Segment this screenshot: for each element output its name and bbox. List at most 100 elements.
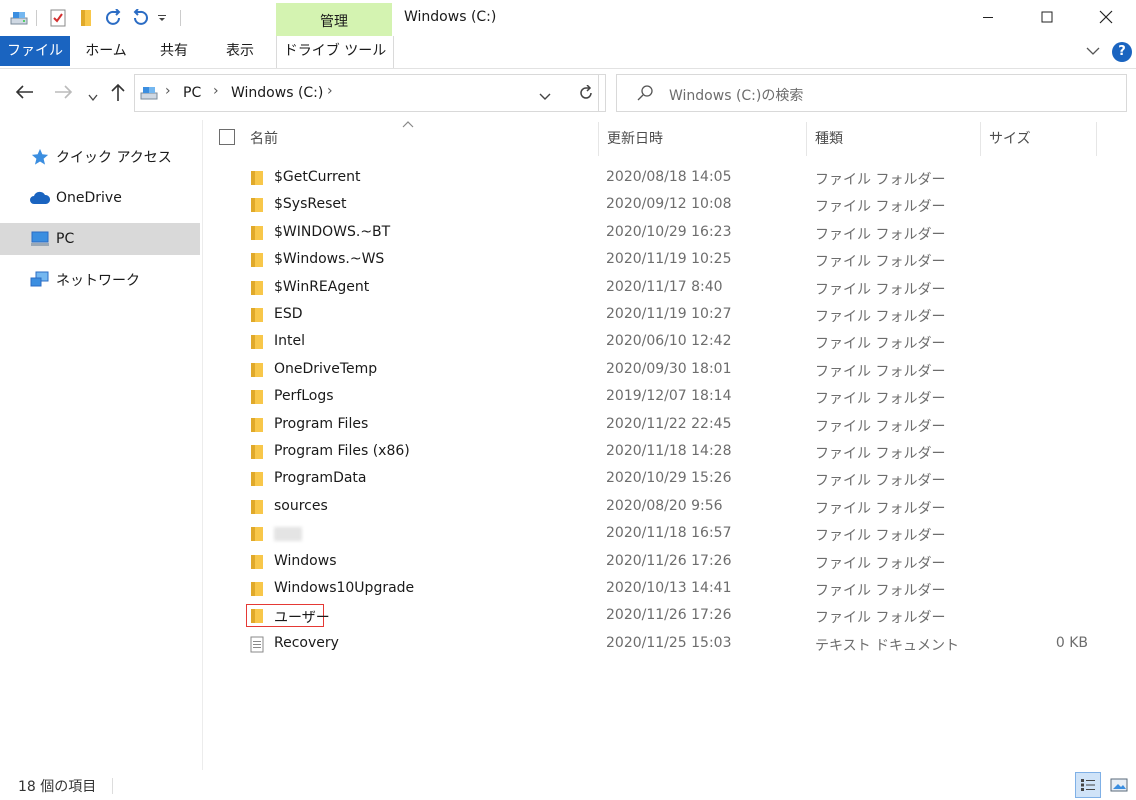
file-name: $GetCurrent	[274, 169, 361, 185]
file-type: ファイル フォルダー	[815, 473, 946, 490]
breadcrumb-separator-icon[interactable]: ›	[213, 83, 219, 99]
column-header-date[interactable]: 更新日時	[607, 124, 802, 156]
details-view-button[interactable]	[1075, 772, 1101, 798]
manage-context-tab[interactable]: 管理	[276, 3, 392, 36]
table-row[interactable]: Recovery 2020/11/25 15:03 テキスト ドキュメント 0 KB	[244, 631, 1104, 658]
drive-icon[interactable]	[8, 8, 30, 28]
file-type: ファイル フォルダー	[815, 336, 946, 353]
folder-icon	[250, 225, 266, 241]
sidebar-item-label: ネットワーク	[56, 273, 140, 289]
file-date: 2020/10/13 14:41	[606, 580, 732, 596]
column-header-size[interactable]: サイズ	[989, 124, 1089, 156]
customize-toolbar-icon[interactable]	[154, 8, 170, 28]
folder-icon	[250, 471, 266, 487]
table-row[interactable]: OneDriveTemp 2020/09/30 18:01 ファイル フォルダー	[244, 357, 1104, 384]
search-box[interactable]: Windows (C:)の検索	[616, 74, 1127, 112]
column-divider[interactable]	[1096, 122, 1097, 156]
table-row[interactable]: Windows10Upgrade 2020/10/13 14:41 ファイル フォル…	[244, 576, 1104, 603]
column-header-name[interactable]: 名前	[250, 124, 595, 156]
back-button[interactable]	[14, 84, 34, 104]
sidebar-item-network[interactable]: ネットワーク	[0, 264, 200, 296]
minimize-button[interactable]	[965, 0, 1011, 34]
file-date: 2020/09/12 10:08	[606, 196, 732, 213]
breadcrumb-separator-icon[interactable]: ›	[327, 83, 333, 99]
file-date: 2020/11/26 17:26	[606, 552, 732, 569]
table-row[interactable]: Program Files 2020/11/22 22:45 ファイル フォルダー	[244, 412, 1104, 439]
table-row[interactable]: Program Files (x86) 2020/11/18 14:28 ファイル …	[244, 439, 1104, 466]
table-row[interactable]: ESD 2020/11/19 10:27 ファイル フォルダー	[244, 302, 1104, 329]
file-name: Windows	[274, 552, 337, 569]
file-date: 2020/11/19 10:25	[606, 251, 732, 268]
refresh-button[interactable]	[566, 74, 606, 112]
file-name: $WinREAgent	[274, 278, 370, 295]
sidebar-item-quick-access[interactable]: クイック アクセス	[0, 141, 200, 173]
file-name: ユーザー	[274, 610, 330, 627]
table-row[interactable]: ユーザー 2020/11/26 17:26 ファイル フォルダー	[244, 603, 1104, 630]
file-type: ファイル フォルダー	[815, 446, 946, 462]
table-row[interactable]: Intel 2020/06/10 12:42 ファイル フォルダー	[244, 329, 1104, 356]
title-bar: 管理 Windows (C:)	[0, 0, 1136, 36]
table-row[interactable]: $SysReset 2020/09/12 10:08 ファイル フォルダー	[244, 192, 1104, 219]
tab-drive-tools[interactable]: ドライブ ツール	[276, 36, 394, 68]
table-row[interactable]: Windows 2020/11/26 17:26 ファイル フォルダー	[244, 549, 1104, 576]
tab-view[interactable]: 表示	[212, 36, 268, 66]
folder-icon	[250, 252, 266, 268]
file-name: Recovery	[274, 634, 339, 651]
column-divider[interactable]	[980, 122, 981, 156]
recent-locations-icon[interactable]	[88, 90, 98, 106]
select-all-checkbox[interactable]	[219, 129, 235, 145]
table-row[interactable]: $Windows.~WS 2020/11/19 10:25 ファイル フォルダー	[244, 247, 1104, 274]
file-date: 2020/10/29 15:26	[606, 470, 732, 487]
tab-share[interactable]: 共有	[146, 36, 202, 66]
tab-file[interactable]: ファイル	[0, 36, 70, 66]
redo-icon[interactable]	[104, 8, 124, 28]
address-dropdown-icon[interactable]	[539, 89, 551, 105]
pc-icon	[139, 84, 159, 106]
navigation-pane: クイック アクセス OneDrive PC ネットワーク	[0, 120, 203, 770]
divider	[112, 778, 113, 794]
file-date: 2020/10/29 16:23	[606, 223, 732, 240]
search-placeholder: Windows (C:)の検索	[669, 88, 804, 104]
properties-icon[interactable]	[48, 8, 68, 28]
status-item-count: 18 個の項目	[18, 779, 97, 795]
undo-icon[interactable]	[130, 8, 150, 28]
text-document-icon	[250, 636, 266, 653]
forward-button[interactable]	[54, 84, 74, 104]
close-button[interactable]	[1083, 0, 1129, 34]
file-name: $WINDOWS.~BT	[274, 223, 391, 240]
tab-home[interactable]: ホーム	[76, 36, 136, 66]
column-header-type[interactable]: 種類	[815, 124, 975, 156]
folder-icon	[250, 334, 266, 350]
sidebar-item-pc[interactable]: PC	[0, 223, 200, 255]
help-icon[interactable]: ?	[1112, 42, 1132, 62]
file-type: ファイル フォルダー	[815, 226, 946, 243]
table-row[interactable]: ProgramData 2020/10/29 15:26 ファイル フォルダー	[244, 466, 1104, 493]
folder-icon	[250, 389, 266, 405]
refresh-icon	[579, 85, 592, 99]
new-folder-icon[interactable]	[76, 8, 96, 28]
table-row[interactable]: 2020/11/18 16:57 ファイル フォルダー	[244, 521, 1104, 548]
expand-ribbon-icon[interactable]	[1086, 44, 1100, 60]
breadcrumb-pc[interactable]: PC	[183, 85, 201, 101]
column-divider[interactable]	[806, 122, 807, 156]
table-row[interactable]: $GetCurrent 2020/08/18 14:05 ファイル フォルダー	[244, 165, 1104, 192]
redacted-name	[274, 527, 302, 542]
table-row[interactable]: sources 2020/08/20 9:56 ファイル フォルダー	[244, 494, 1104, 521]
file-name: sources	[274, 497, 328, 514]
breadcrumb-drive[interactable]: Windows (C:)	[231, 85, 323, 101]
maximize-button[interactable]	[1024, 0, 1070, 34]
file-type: ファイル フォルダー	[815, 500, 946, 517]
file-type: ファイル フォルダー	[815, 583, 946, 599]
file-type: ファイル フォルダー	[815, 199, 946, 216]
up-button[interactable]	[110, 82, 126, 106]
table-row[interactable]: $WINDOWS.~BT 2020/10/29 16:23 ファイル フォルダー	[244, 220, 1104, 247]
column-divider[interactable]	[598, 122, 599, 156]
sidebar-item-onedrive[interactable]: OneDrive	[0, 182, 200, 214]
table-row[interactable]: PerfLogs 2019/12/07 18:14 ファイル フォルダー	[244, 384, 1104, 411]
sidebar-item-label: PC	[56, 231, 75, 247]
large-icons-view-button[interactable]	[1106, 772, 1132, 798]
address-bar[interactable]: › PC › Windows (C:) ›	[134, 74, 599, 112]
file-name: ProgramData	[274, 470, 367, 487]
table-row[interactable]: $WinREAgent 2020/11/17 8:40 ファイル フォルダー	[244, 275, 1104, 302]
folder-icon	[250, 526, 266, 542]
